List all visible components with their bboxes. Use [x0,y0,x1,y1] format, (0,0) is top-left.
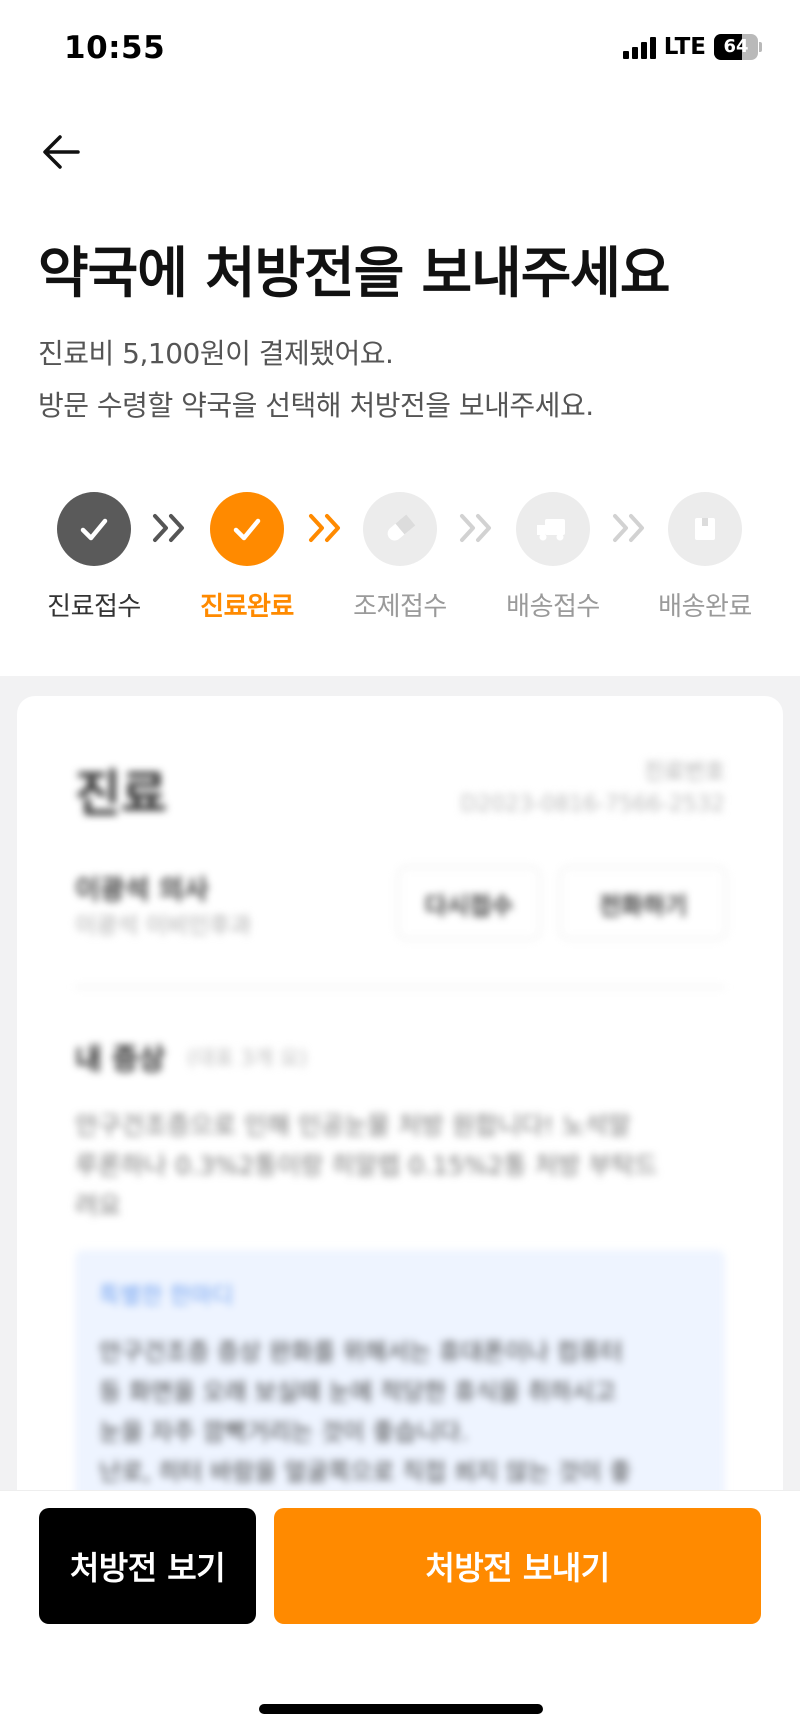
step-2-circle [210,492,284,566]
battery-percent: 64 [723,36,749,57]
consultation-number-label: 진료번호 [644,760,725,785]
arrow-left-icon [43,135,80,169]
status-indicators: LTE 64 [622,34,762,60]
divider [75,986,725,988]
symptom-text-1: 안구건조증으로 인해 인공눈물 처방 원합니다! 노석말 [75,1111,631,1140]
status-time: 10:55 [64,30,166,66]
step-2-label: 진료완료 [200,592,294,622]
reaccept-button[interactable]: 다시접수 [397,866,541,940]
view-prescription-button[interactable]: 처방전 보기 [39,1508,256,1624]
symptom-note: (대표 3개 요) [187,1046,308,1070]
symptom-text-2: 루론하나 0.3%2통이랑 히알렙 0.15%2통 처방 부탁드 [75,1151,658,1180]
back-button[interactable] [38,128,86,176]
step-4-label: 배송접수 [506,592,600,622]
step-1-label: 진료접수 [47,592,141,622]
box-icon [695,518,715,540]
signal-icon [622,35,656,59]
check-icon [80,518,108,541]
card-title: 진료 [75,765,167,823]
pill-icon [387,514,416,541]
consultation-number: D2023-0816-7566-2532 [460,792,725,817]
truck-icon [537,519,565,541]
advice-text-1: 안구건조증 증상 완화를 위해서는 휴대폰이나 컴퓨터 [99,1338,623,1366]
payment-message: 진료비 5,100원이 결제됐어요. [38,337,394,370]
battery-icon: 64 [714,34,762,60]
home-indicator[interactable] [259,1704,543,1714]
doctor-name: 이광석 의사 [75,875,209,906]
step-5-circle [668,492,742,566]
advice-text-3: 눈을 자주 깜빡거리는 것이 좋습니다. [99,1418,469,1446]
page-title: 약국에 처방전을 보내주세요 [38,241,670,305]
step-3-label: 조제접수 [353,592,447,622]
advice-title: 특별한 한마디 [99,1283,234,1309]
chevron-double-right-icon [613,514,644,542]
symptom-text-3: 려요 [75,1191,122,1220]
step-1-circle [57,492,131,566]
consultation-card: 진료 진료번호 D2023-0816-7566-2532 이광석 의사 이광석 … [17,696,783,1576]
send-prescription-button[interactable]: 처방전 보내기 [274,1508,761,1624]
advice-text-2: 등 화면을 오래 보실때 눈에 적당한 휴식을 취하시고 [99,1378,617,1406]
step-4-circle [516,492,590,566]
symptom-title: 내 증상 [75,1042,166,1076]
step-3-circle [363,492,437,566]
check-icon [233,518,261,541]
hospital-name: 이광석 이비인후과 [75,913,252,939]
call-button[interactable]: 전화하기 [559,866,727,940]
chevron-double-right-icon [309,514,340,542]
advice-text-4: 난로, 히터 바람을 얼굴쪽으로 직접 쐬지 않는 것이 좋 [99,1458,632,1486]
chevron-double-right-icon [460,514,491,542]
network-type: LTE [663,34,706,60]
step-5-label: 배송완료 [658,592,752,622]
chevron-double-right-icon [153,514,184,542]
instruction-message: 방문 수령할 약국을 선택해 처방전을 보내주세요. [38,389,594,422]
